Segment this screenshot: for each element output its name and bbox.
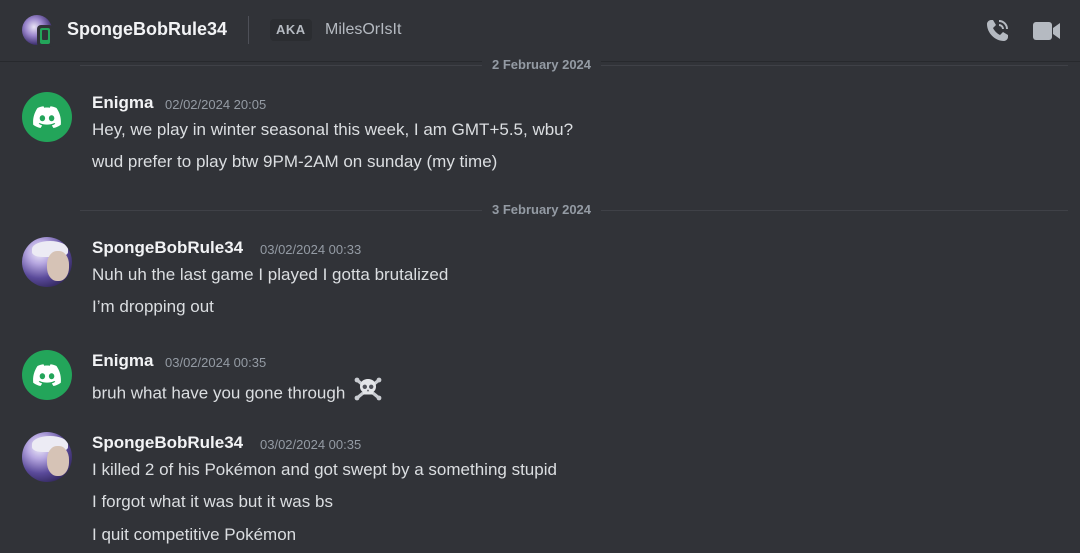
message-timestamp: 03/02/2024 00:35 <box>165 355 267 370</box>
aka-name: MilesOrIsIt <box>325 21 402 38</box>
avatar[interactable] <box>22 237 72 287</box>
date-divider: 2 February 2024 <box>80 58 1068 72</box>
discord-default-avatar <box>33 364 61 386</box>
message-text: bruh what have you gone through <box>92 383 346 403</box>
message-text: I quit competitive Pokémon <box>92 525 297 544</box>
message-row: bruh what have you gone through <box>92 377 382 411</box>
voice-call-icon[interactable] <box>983 17 1011 45</box>
message-author[interactable]: Enigma <box>92 93 153 113</box>
message-author[interactable]: Enigma <box>92 351 153 371</box>
header-divider <box>248 16 249 44</box>
message-text: Hey, we play in winter seasonal this wee… <box>92 120 574 139</box>
message-author[interactable]: SpongeBobRule34 <box>92 433 243 453</box>
avatar[interactable] <box>22 350 72 400</box>
message-timestamp: 02/02/2024 20:05 <box>165 97 267 112</box>
video-call-icon[interactable] <box>1032 19 1062 43</box>
aka-badge: AKA <box>270 19 312 41</box>
dm-username[interactable]: SpongeBobRule34 <box>67 19 227 40</box>
message-author[interactable]: SpongeBobRule34 <box>92 238 243 258</box>
dm-header: SpongeBobRule34 AKA MilesOrIsIt <box>0 0 1080 62</box>
message-text: I forgot what it was but it was bs <box>92 492 333 511</box>
avatar[interactable] <box>22 432 72 482</box>
message-text: wud prefer to play btw 9PM-2AM on sunday… <box>92 152 498 171</box>
date-divider: 3 February 2024 <box>80 203 1068 217</box>
avatar[interactable] <box>22 92 72 142</box>
message-text: I killed 2 of his Pokémon and got swept … <box>92 460 557 479</box>
message-text: Nuh uh the last game I played I gotta br… <box>92 265 449 284</box>
message-timestamp: 03/02/2024 00:35 <box>260 437 362 452</box>
message-timestamp: 03/02/2024 00:33 <box>260 242 362 257</box>
date-divider-label: 3 February 2024 <box>482 203 602 217</box>
date-divider-label: 2 February 2024 <box>482 58 602 72</box>
message-text: I’m dropping out <box>92 297 214 316</box>
skull-and-crossbones-icon <box>354 375 382 409</box>
discord-default-avatar <box>33 106 61 128</box>
mobile-online-icon <box>37 25 53 47</box>
